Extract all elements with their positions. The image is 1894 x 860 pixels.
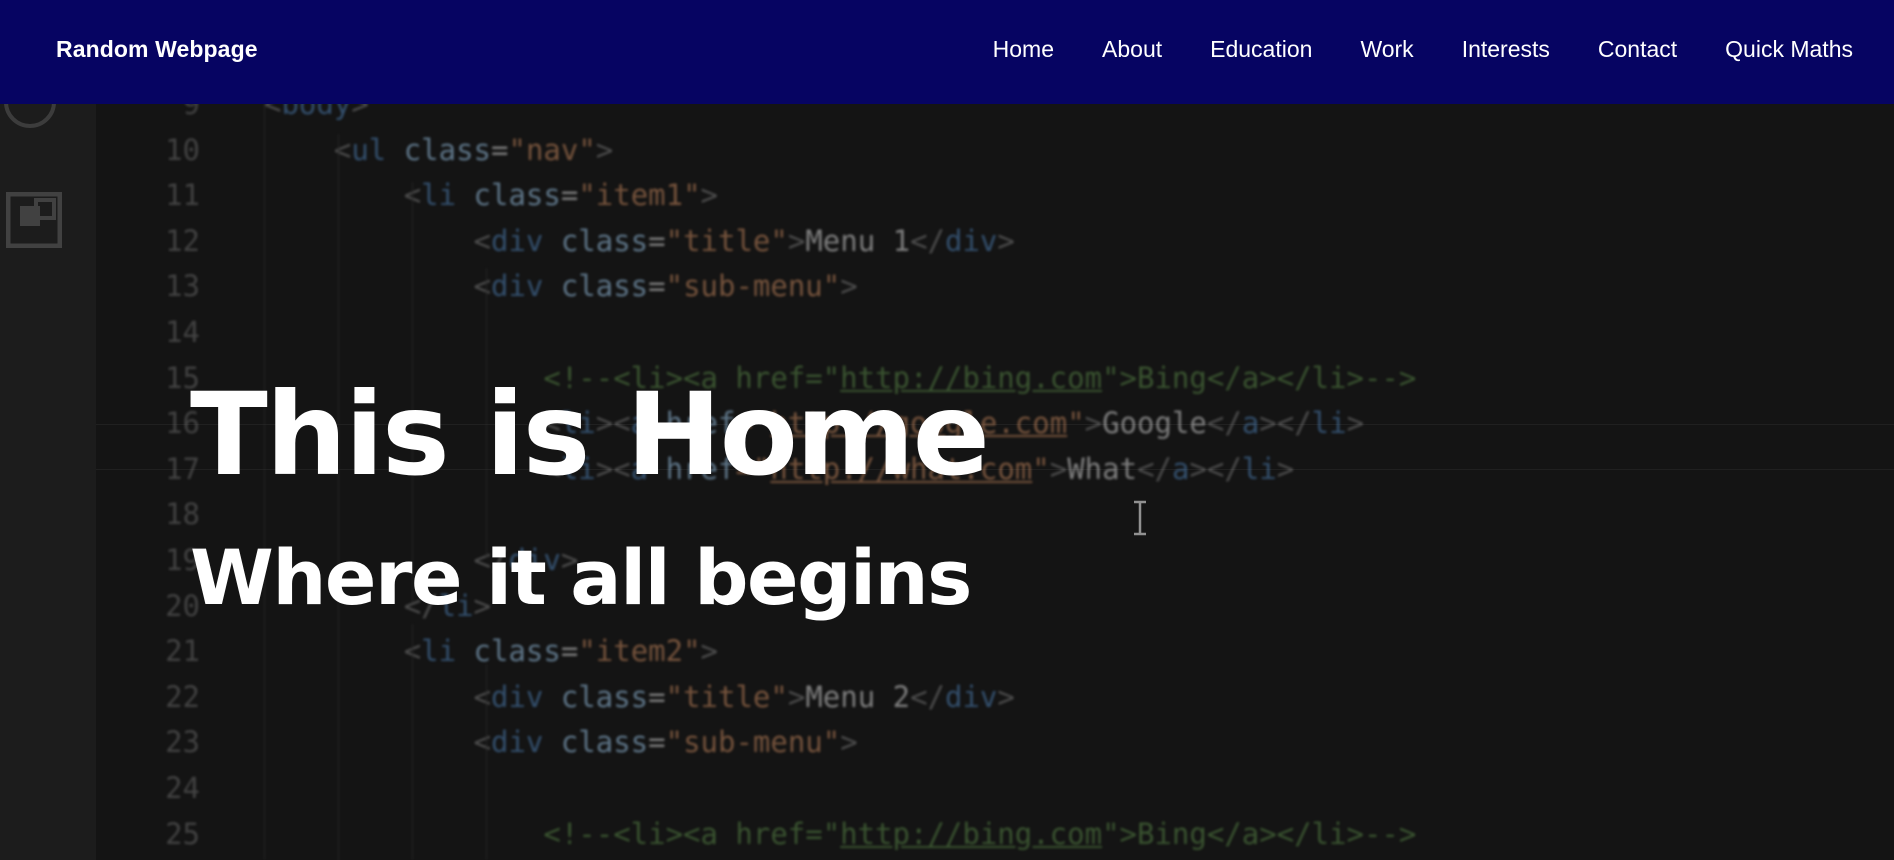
- code-line: 21 <li class="item2">: [96, 628, 1894, 674]
- hero-subtitle: Where it all begins: [190, 533, 972, 622]
- code-line: 24: [96, 765, 1894, 811]
- line-number: 17: [165, 451, 200, 486]
- line-number: 10: [165, 132, 200, 167]
- code-text: <div class="title">Menu 2</div>: [473, 679, 1015, 714]
- nav-link-quick-maths[interactable]: Quick Maths: [1725, 36, 1853, 63]
- code-text: <div class="sub-menu">: [473, 725, 858, 760]
- code-text: <li class="item1">: [404, 178, 719, 213]
- nav-link-interests[interactable]: Interests: [1462, 36, 1550, 63]
- line-number: 21: [165, 634, 200, 669]
- line-number: 20: [165, 588, 200, 623]
- line-number: 19: [165, 543, 200, 577]
- navbar: Random Webpage Home About Education Work…: [0, 0, 1894, 104]
- code-text: <!--<li><a href="http://bing.com">Bing</…: [543, 816, 1417, 851]
- code-line: 10 <ul class="nav">: [96, 127, 1894, 173]
- nav-link-education[interactable]: Education: [1210, 36, 1312, 63]
- code-text: <div class="sub-menu">: [473, 269, 858, 304]
- page: 9<body>10 <ul class="nav">11 <li class="…: [0, 0, 1894, 860]
- line-number: 11: [165, 178, 200, 213]
- line-number: 23: [165, 725, 200, 760]
- code-line: 14: [96, 309, 1894, 355]
- code-text: <li class="item2">: [404, 634, 719, 669]
- line-number: 16: [165, 406, 200, 441]
- line-number: 15: [165, 360, 200, 395]
- indent-guide: [486, 664, 487, 860]
- nav-link-about[interactable]: About: [1102, 36, 1162, 63]
- line-number: 22: [165, 679, 200, 714]
- nav-links: Home About Education Work Interests Cont…: [993, 36, 1853, 63]
- code-line: 23 <div class="sub-menu">: [96, 719, 1894, 765]
- line-number: 14: [165, 315, 200, 349]
- extensions-icon: [6, 192, 62, 248]
- nav-link-work[interactable]: Work: [1360, 36, 1413, 63]
- editor-activity-bar: [0, 76, 96, 860]
- nav-link-contact[interactable]: Contact: [1598, 36, 1677, 63]
- code-text: <ul class="nav">: [333, 132, 614, 167]
- line-number: 13: [165, 269, 200, 304]
- code-line: 12 <div class="title">Menu 1</div>: [96, 218, 1894, 264]
- code-line: 22 <div class="title">Menu 2</div>: [96, 674, 1894, 720]
- line-number: 18: [165, 497, 200, 532]
- line-number: 24: [165, 771, 200, 805]
- hero-title: This is Home: [190, 368, 990, 501]
- nav-link-home[interactable]: Home: [993, 36, 1054, 63]
- code-text: <div class="title">Menu 1</div>: [473, 223, 1015, 258]
- code-line: 25 <!--<li><a href="http://bing.com">Bin…: [96, 811, 1894, 857]
- brand-logo[interactable]: Random Webpage: [56, 36, 258, 63]
- text-cursor-icon: [1134, 500, 1146, 536]
- indent-guide: [412, 624, 413, 860]
- line-number: 12: [165, 223, 200, 258]
- code-line: 11 <li class="item1">: [96, 172, 1894, 218]
- line-number: 25: [165, 816, 200, 851]
- code-line: 13 <div class="sub-menu">: [96, 263, 1894, 309]
